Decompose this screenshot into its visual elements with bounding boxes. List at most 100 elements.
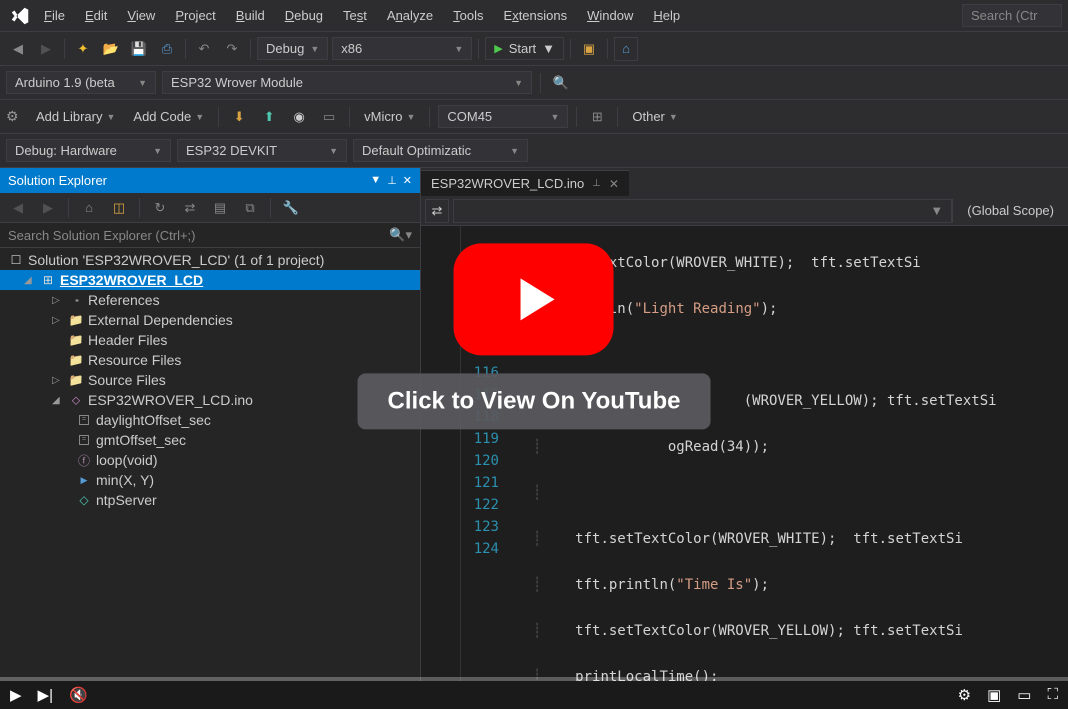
add-code-button[interactable]: Add Code▼ <box>127 106 210 127</box>
arduino-version-dropdown[interactable]: Arduino 1.9 (beta▼ <box>6 71 156 94</box>
optimization-dropdown[interactable]: Default Optimizatic▼ <box>353 139 528 162</box>
video-fullscreen-icon[interactable]: ⛶ <box>1047 686 1058 704</box>
nav-dropdown-left[interactable]: ▼ <box>453 199 952 223</box>
menu-window[interactable]: Window <box>577 4 643 27</box>
nav-back-icon[interactable]: ◀ <box>6 37 30 61</box>
se-properties-icon[interactable]: 🔧 <box>279 196 303 220</box>
field-icon <box>76 492 92 508</box>
editor-tab-active[interactable]: ESP32WROVER_LCD.ino ⊥ ✕ <box>421 170 629 196</box>
new-project-icon[interactable]: ✦ <box>71 37 95 61</box>
nav-toggle-icon[interactable]: ⇄ <box>425 199 449 223</box>
expand-icon[interactable]: ◢ <box>52 395 64 406</box>
menu-edit[interactable]: Edit <box>75 4 117 27</box>
tree-solution[interactable]: ☐ Solution 'ESP32WROVER_LCD' (1 of 1 pro… <box>0 250 420 270</box>
board-dropdown[interactable]: ESP32 Wrover Module▼ <box>162 71 532 94</box>
vmicro-menu[interactable]: vMicro▼ <box>358 106 421 127</box>
youtube-cta-button[interactable]: Click to View On YouTube <box>358 373 711 429</box>
toolbar-main: ◀ ▶ ✦ 📂 💾 ⎙ ↶ ↷ Debug▼ x86▼ ▶Start▼ ▣ ⌂ <box>0 32 1068 66</box>
menu-file[interactable]: File <box>34 4 75 27</box>
save-all-icon[interactable]: ⎙ <box>155 37 179 61</box>
solution-search-input[interactable]: Search Solution Explorer (Ctrl+;) 🔍▾ <box>0 223 420 248</box>
panel-dropdown-icon[interactable]: ▼ <box>370 174 381 187</box>
se-collapse-icon[interactable]: ⧉ <box>238 196 262 220</box>
pin-icon[interactable]: ⊥ <box>592 178 601 189</box>
se-back-icon[interactable]: ◀ <box>6 196 30 220</box>
menu-view[interactable]: View <box>117 4 165 27</box>
se-pending-icon[interactable]: ↻ <box>148 196 172 220</box>
expand-icon[interactable]: ▷ <box>52 295 64 306</box>
devkit-dropdown[interactable]: ESP32 DEVKIT▼ <box>177 139 347 162</box>
video-miniplayer-icon[interactable]: ▣ <box>987 686 1001 704</box>
play-triangle-icon <box>521 278 555 320</box>
se-switch-icon[interactable]: ◫ <box>107 196 131 220</box>
tree-header-files[interactable]: ▷ Header Files <box>0 330 420 350</box>
solution-explorer-title: Solution Explorer ▼ ⊥ ✕ <box>0 168 420 193</box>
platform-dropdown[interactable]: x86▼ <box>332 37 472 60</box>
menu-extensions[interactable]: Extensions <box>494 4 578 27</box>
close-icon[interactable]: ✕ <box>609 177 619 191</box>
macro-icon <box>76 472 92 488</box>
folder-view-icon[interactable]: ▣ <box>577 37 601 61</box>
tree-external-deps[interactable]: ▷ External Dependencies <box>0 310 420 330</box>
se-home-icon[interactable]: ⌂ <box>77 196 101 220</box>
menu-build[interactable]: Build <box>226 4 275 27</box>
menu-tools[interactable]: Tools <box>443 4 493 27</box>
panel-pin-icon[interactable]: ⊥ <box>387 174 397 187</box>
search-tool-icon[interactable]: 🔍 <box>549 71 573 95</box>
se-refresh-icon[interactable]: ▤ <box>208 196 232 220</box>
expand-icon[interactable]: ▷ <box>52 315 64 326</box>
home-icon[interactable]: ⌂ <box>614 37 638 61</box>
toolbar-vmicro: Add Library▼ Add Code▼ ⬇ ⬆ ◉ ▭ vMicro▼ C… <box>0 100 1068 134</box>
se-fwd-icon[interactable]: ▶ <box>36 196 60 220</box>
add-library-button[interactable]: Add Library▼ <box>30 106 121 127</box>
menu-test[interactable]: Test <box>333 4 377 27</box>
menu-project[interactable]: Project <box>165 4 225 27</box>
com-port-dropdown[interactable]: COM45▼ <box>438 105 568 128</box>
connect-icon[interactable]: ⊞ <box>585 105 609 129</box>
youtube-play-button[interactable] <box>454 243 614 355</box>
function-icon <box>76 452 92 468</box>
tree-min[interactable]: min(X, Y) <box>0 470 420 490</box>
video-settings-icon[interactable]: ⚙ <box>958 686 971 704</box>
tree-loop[interactable]: loop(void) <box>0 450 420 470</box>
other-menu[interactable]: Other▼ <box>626 106 683 127</box>
editor-tabs: ESP32WROVER_LCD.ino ⊥ ✕ <box>421 168 1068 196</box>
menu-debug[interactable]: Debug <box>275 4 333 27</box>
expand-icon[interactable]: ▷ <box>52 375 64 386</box>
run-icon[interactable]: ◉ <box>287 105 311 129</box>
nav-fwd-icon[interactable]: ▶ <box>34 37 58 61</box>
menu-bar: File Edit View Project Build Debug Test … <box>0 0 1068 32</box>
tree-project[interactable]: ◢ ⊞ ESP32WROVER_LCD <box>0 270 420 290</box>
toolbar-debug-opts: Debug: Hardware▼ ESP32 DEVKIT▼ Default O… <box>0 134 1068 168</box>
quick-search-input[interactable]: Search (Ctr <box>962 4 1062 27</box>
undo-icon[interactable]: ↶ <box>192 37 216 61</box>
expand-icon[interactable]: ◢ <box>24 275 36 286</box>
source-file-icon <box>68 392 84 408</box>
redo-icon[interactable]: ↷ <box>220 37 244 61</box>
menu-analyze[interactable]: Analyze <box>377 4 443 27</box>
tree-references[interactable]: ▷ References <box>0 290 420 310</box>
solution-tree: ☐ Solution 'ESP32WROVER_LCD' (1 of 1 pro… <box>0 248 420 681</box>
tree-gmt[interactable]: = gmtOffset_sec <box>0 430 420 450</box>
video-theater-icon[interactable]: ▭ <box>1017 686 1031 704</box>
menu-help[interactable]: Help <box>643 4 690 27</box>
tree-ntp[interactable]: ntpServer <box>0 490 420 510</box>
se-sync-icon[interactable]: ⇄ <box>178 196 202 220</box>
debug-hardware-dropdown[interactable]: Debug: Hardware▼ <box>6 139 171 162</box>
video-next-icon[interactable]: ▶| <box>38 686 53 704</box>
start-button[interactable]: ▶Start▼ <box>485 37 564 60</box>
save-icon[interactable]: 💾 <box>127 37 151 61</box>
upload-icon[interactable]: ⬆ <box>257 105 281 129</box>
solution-toolbar: ◀ ▶ ⌂ ◫ ↻ ⇄ ▤ ⧉ 🔧 <box>0 193 420 223</box>
scope-dropdown[interactable]: (Global Scope) <box>952 199 1068 223</box>
play-icon: ▶ <box>494 42 502 55</box>
panel-close-icon[interactable]: ✕ <box>403 174 412 187</box>
config-dropdown[interactable]: Debug▼ <box>257 37 328 60</box>
toolbar-arduino: Arduino 1.9 (beta▼ ESP32 Wrover Module▼ … <box>0 66 1068 100</box>
terminal-icon[interactable]: ▭ <box>317 105 341 129</box>
video-mute-icon[interactable]: 🔇 <box>69 686 88 704</box>
build-icon[interactable]: ⬇ <box>227 105 251 129</box>
video-play-icon[interactable]: ▶ <box>10 686 22 704</box>
open-icon[interactable]: 📂 <box>99 37 123 61</box>
tree-resource-files[interactable]: ▷ Resource Files <box>0 350 420 370</box>
